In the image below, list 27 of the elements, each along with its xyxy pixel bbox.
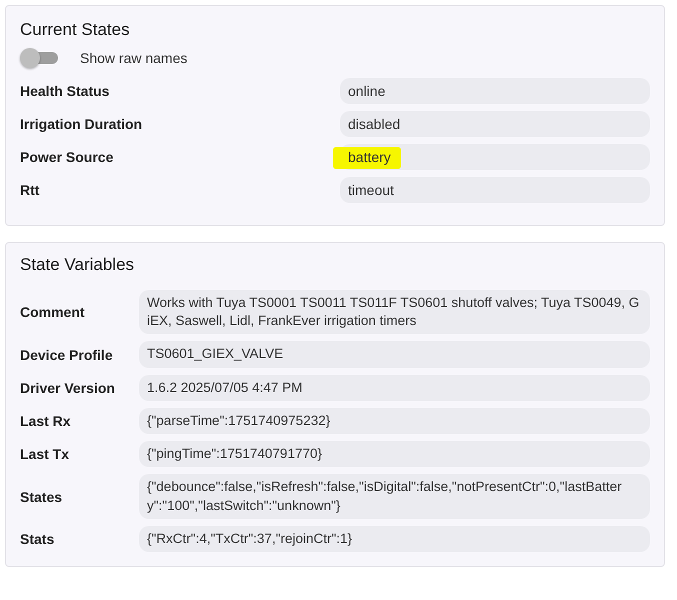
variable-label: Last Rx xyxy=(20,412,72,429)
variable-label: Comment xyxy=(20,304,86,320)
variable-label: Driver Version xyxy=(20,380,116,396)
toggle-label: Show raw names xyxy=(80,50,188,66)
variable-label: Stats xyxy=(20,530,56,547)
state-value: timeout xyxy=(348,182,394,198)
toggle-switch[interactable] xyxy=(20,48,58,68)
variable-label: Last Tx xyxy=(20,446,70,462)
variable-label: Device Profile xyxy=(20,346,114,363)
state-value: battery xyxy=(348,149,391,165)
state-label: Rtt xyxy=(20,182,40,198)
state-value: disabled xyxy=(348,116,400,132)
variable-value: Works with Tuya TS0001 TS0011 TS011F TS0601 shutoff valves; Tuya TS0049, GiEX, Saswell, Lidl, FrankEver irrigation timers xyxy=(139,290,650,334)
variable-value: {"RxCtr":4,"TxCtr":37,"rejoinCtr":1} xyxy=(139,526,650,552)
variable-value: 1.6.2 2025/07/05 4:47 PM xyxy=(139,374,650,401)
card-title: State Variables xyxy=(20,255,136,275)
variable-label: States xyxy=(20,488,64,505)
variable-value: {"pingTime":1751740791770} xyxy=(139,441,650,468)
state-label: Power Source xyxy=(20,149,114,165)
state-value: online xyxy=(348,83,386,99)
state-label: Health Status xyxy=(20,83,110,99)
variable-value: {"debounce":false,"isRefresh":false,"isDigital":false,"notPresentCtr":0,"lastBattery":"100","lastSwitch":"unknown"} xyxy=(139,474,650,519)
state-label: Irrigation Duration xyxy=(20,116,144,132)
variable-value: TS0601_GIEX_VALVE xyxy=(139,341,650,368)
variable-value: {"parseTime":1751740975232} xyxy=(139,408,650,434)
highlighter-mark xyxy=(333,147,401,169)
card-title: Current States xyxy=(20,20,131,40)
